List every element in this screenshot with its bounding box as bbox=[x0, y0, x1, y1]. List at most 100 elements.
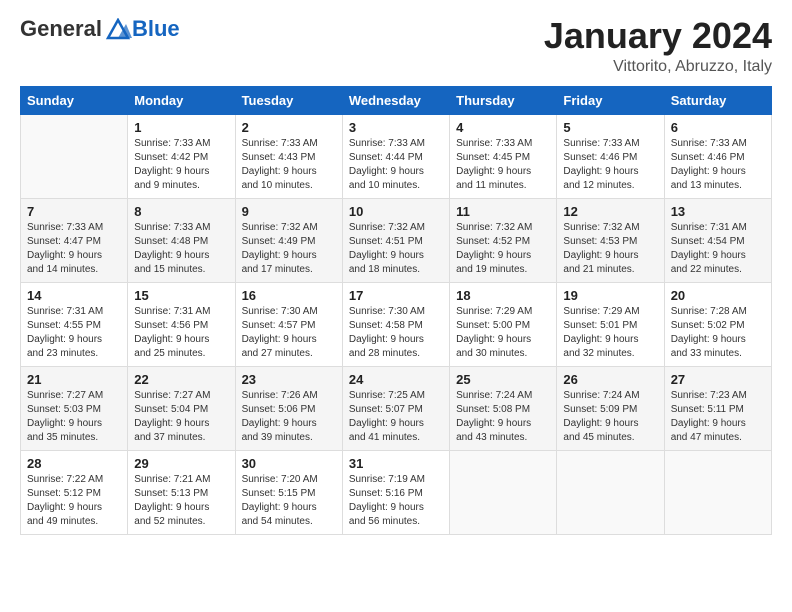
day-number: 8 bbox=[134, 204, 228, 219]
day-detail: Sunrise: 7:33 AMSunset: 4:43 PMDaylight:… bbox=[242, 137, 336, 193]
calendar-cell: 26 Sunrise: 7:24 AMSunset: 5:09 PMDayligh… bbox=[557, 366, 664, 450]
day-detail: Sunrise: 7:33 AMSunset: 4:44 PMDaylight:… bbox=[349, 137, 443, 193]
day-number: 1 bbox=[134, 120, 228, 135]
calendar-table: Sunday Monday Tuesday Wednesday Thursday… bbox=[20, 86, 772, 535]
day-detail: Sunrise: 7:21 AMSunset: 5:13 PMDaylight:… bbox=[134, 473, 228, 529]
col-friday: Friday bbox=[557, 86, 664, 114]
calendar-cell: 6 Sunrise: 7:33 AMSunset: 4:46 PMDaylight… bbox=[664, 114, 771, 198]
day-number: 22 bbox=[134, 372, 228, 387]
location: Vittorito, Abruzzo, Italy bbox=[544, 58, 772, 76]
calendar-cell bbox=[21, 114, 128, 198]
col-saturday: Saturday bbox=[664, 86, 771, 114]
day-number: 28 bbox=[27, 456, 121, 471]
day-number: 7 bbox=[27, 204, 121, 219]
calendar-cell: 18 Sunrise: 7:29 AMSunset: 5:00 PMDayligh… bbox=[450, 282, 557, 366]
day-detail: Sunrise: 7:32 AMSunset: 4:51 PMDaylight:… bbox=[349, 221, 443, 277]
calendar-week-2: 7 Sunrise: 7:33 AMSunset: 4:47 PMDaylight… bbox=[21, 198, 772, 282]
day-number: 14 bbox=[27, 288, 121, 303]
day-number: 24 bbox=[349, 372, 443, 387]
day-detail: Sunrise: 7:19 AMSunset: 5:16 PMDaylight:… bbox=[349, 473, 443, 529]
calendar-cell: 3 Sunrise: 7:33 AMSunset: 4:44 PMDaylight… bbox=[342, 114, 449, 198]
calendar-cell: 17 Sunrise: 7:30 AMSunset: 4:58 PMDayligh… bbox=[342, 282, 449, 366]
calendar-cell bbox=[664, 450, 771, 534]
day-detail: Sunrise: 7:31 AMSunset: 4:54 PMDaylight:… bbox=[671, 221, 765, 277]
day-number: 17 bbox=[349, 288, 443, 303]
calendar-cell bbox=[450, 450, 557, 534]
day-detail: Sunrise: 7:24 AMSunset: 5:09 PMDaylight:… bbox=[563, 389, 657, 445]
day-number: 29 bbox=[134, 456, 228, 471]
col-thursday: Thursday bbox=[450, 86, 557, 114]
calendar-cell: 22 Sunrise: 7:27 AMSunset: 5:04 PMDayligh… bbox=[128, 366, 235, 450]
day-number: 25 bbox=[456, 372, 550, 387]
calendar-week-4: 21 Sunrise: 7:27 AMSunset: 5:03 PMDayligh… bbox=[21, 366, 772, 450]
day-detail: Sunrise: 7:29 AMSunset: 5:00 PMDaylight:… bbox=[456, 305, 550, 361]
day-detail: Sunrise: 7:31 AMSunset: 4:56 PMDaylight:… bbox=[134, 305, 228, 361]
day-number: 23 bbox=[242, 372, 336, 387]
day-detail: Sunrise: 7:33 AMSunset: 4:42 PMDaylight:… bbox=[134, 137, 228, 193]
day-detail: Sunrise: 7:27 AMSunset: 5:04 PMDaylight:… bbox=[134, 389, 228, 445]
day-number: 13 bbox=[671, 204, 765, 219]
day-number: 18 bbox=[456, 288, 550, 303]
col-sunday: Sunday bbox=[21, 86, 128, 114]
calendar-body: 1 Sunrise: 7:33 AMSunset: 4:42 PMDaylight… bbox=[21, 114, 772, 534]
logo-general-text: General bbox=[20, 16, 102, 42]
month-title: January 2024 bbox=[544, 16, 772, 56]
calendar-week-5: 28 Sunrise: 7:22 AMSunset: 5:12 PMDayligh… bbox=[21, 450, 772, 534]
day-detail: Sunrise: 7:32 AMSunset: 4:52 PMDaylight:… bbox=[456, 221, 550, 277]
title-block: January 2024 Vittorito, Abruzzo, Italy bbox=[544, 16, 772, 76]
day-detail: Sunrise: 7:33 AMSunset: 4:46 PMDaylight:… bbox=[671, 137, 765, 193]
calendar-cell: 20 Sunrise: 7:28 AMSunset: 5:02 PMDayligh… bbox=[664, 282, 771, 366]
calendar-cell: 14Sunrise: 7:31 AMSunset: 4:55 PMDayligh… bbox=[21, 282, 128, 366]
day-number: 30 bbox=[242, 456, 336, 471]
col-tuesday: Tuesday bbox=[235, 86, 342, 114]
day-detail: Sunrise: 7:30 AMSunset: 4:58 PMDaylight:… bbox=[349, 305, 443, 361]
calendar-cell: 19Sunrise: 7:29 AMSunset: 5:01 PMDayligh… bbox=[557, 282, 664, 366]
day-detail: Sunrise: 7:33 AMSunset: 4:45 PMDaylight:… bbox=[456, 137, 550, 193]
main-container: General Blue January 2024 Vittorito, Abr… bbox=[0, 0, 792, 545]
day-detail: Sunrise: 7:32 AMSunset: 4:49 PMDaylight:… bbox=[242, 221, 336, 277]
calendar-cell: 5Sunrise: 7:33 AMSunset: 4:46 PMDaylight… bbox=[557, 114, 664, 198]
col-wednesday: Wednesday bbox=[342, 86, 449, 114]
day-number: 16 bbox=[242, 288, 336, 303]
day-number: 21 bbox=[27, 372, 121, 387]
calendar-cell: 27 Sunrise: 7:23 AMSunset: 5:11 PMDayligh… bbox=[664, 366, 771, 450]
day-number: 9 bbox=[242, 204, 336, 219]
logo-blue-text: Blue bbox=[132, 16, 180, 42]
logo-icon bbox=[104, 18, 132, 40]
day-number: 15 bbox=[134, 288, 228, 303]
col-monday: Monday bbox=[128, 86, 235, 114]
header: General Blue January 2024 Vittorito, Abr… bbox=[20, 16, 772, 76]
calendar-cell: 15 Sunrise: 7:31 AMSunset: 4:56 PMDayligh… bbox=[128, 282, 235, 366]
day-number: 26 bbox=[563, 372, 657, 387]
calendar-week-3: 14Sunrise: 7:31 AMSunset: 4:55 PMDayligh… bbox=[21, 282, 772, 366]
day-detail: Sunrise: 7:27 AMSunset: 5:03 PMDaylight:… bbox=[27, 389, 121, 445]
day-number: 10 bbox=[349, 204, 443, 219]
day-detail: Sunrise: 7:28 AMSunset: 5:02 PMDaylight:… bbox=[671, 305, 765, 361]
calendar-cell: 16 Sunrise: 7:30 AMSunset: 4:57 PMDayligh… bbox=[235, 282, 342, 366]
day-detail: Sunrise: 7:30 AMSunset: 4:57 PMDaylight:… bbox=[242, 305, 336, 361]
logo: General Blue bbox=[20, 16, 180, 42]
day-number: 20 bbox=[671, 288, 765, 303]
day-number: 11 bbox=[456, 204, 550, 219]
calendar-cell: 28 Sunrise: 7:22 AMSunset: 5:12 PMDayligh… bbox=[21, 450, 128, 534]
day-detail: Sunrise: 7:24 AMSunset: 5:08 PMDaylight:… bbox=[456, 389, 550, 445]
day-detail: Sunrise: 7:23 AMSunset: 5:11 PMDaylight:… bbox=[671, 389, 765, 445]
day-detail: Sunrise: 7:33 AMSunset: 4:48 PMDaylight:… bbox=[134, 221, 228, 277]
calendar-cell: 10 Sunrise: 7:32 AMSunset: 4:51 PMDayligh… bbox=[342, 198, 449, 282]
day-detail: Sunrise: 7:25 AMSunset: 5:07 PMDaylight:… bbox=[349, 389, 443, 445]
calendar-cell: 13 Sunrise: 7:31 AMSunset: 4:54 PMDayligh… bbox=[664, 198, 771, 282]
day-detail: Sunrise: 7:33 AMSunset: 4:47 PMDaylight:… bbox=[27, 221, 121, 277]
day-number: 27 bbox=[671, 372, 765, 387]
day-number: 2 bbox=[242, 120, 336, 135]
calendar-cell: 25 Sunrise: 7:24 AMSunset: 5:08 PMDayligh… bbox=[450, 366, 557, 450]
day-detail: Sunrise: 7:33 AMSunset: 4:46 PMDaylight:… bbox=[563, 137, 657, 193]
day-number: 12 bbox=[563, 204, 657, 219]
calendar-cell: 12Sunrise: 7:32 AMSunset: 4:53 PMDayligh… bbox=[557, 198, 664, 282]
day-detail: Sunrise: 7:22 AMSunset: 5:12 PMDaylight:… bbox=[27, 473, 121, 529]
day-detail: Sunrise: 7:20 AMSunset: 5:15 PMDaylight:… bbox=[242, 473, 336, 529]
day-number: 3 bbox=[349, 120, 443, 135]
calendar-cell: 4Sunrise: 7:33 AMSunset: 4:45 PMDaylight… bbox=[450, 114, 557, 198]
day-number: 6 bbox=[671, 120, 765, 135]
calendar-week-1: 1 Sunrise: 7:33 AMSunset: 4:42 PMDaylight… bbox=[21, 114, 772, 198]
calendar-cell: 2 Sunrise: 7:33 AMSunset: 4:43 PMDaylight… bbox=[235, 114, 342, 198]
